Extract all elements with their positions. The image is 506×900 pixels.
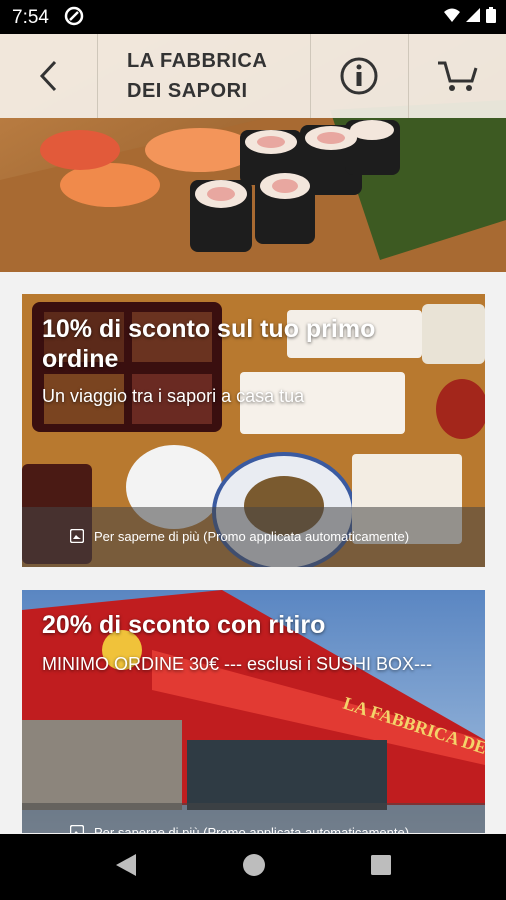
- nav-back-icon[interactable]: [114, 852, 138, 878]
- title-line-2: DEI SAPORI: [127, 80, 248, 102]
- promo-title-line-2: ordine: [42, 345, 119, 373]
- signal-icon: [466, 8, 480, 22]
- cart-button[interactable]: [408, 34, 506, 118]
- wifi-icon: [444, 8, 460, 22]
- at-sign-icon: [64, 6, 84, 26]
- restaurant-title: LA FABBRICA DEI SAPORI: [97, 34, 310, 118]
- image-icon: [70, 529, 84, 543]
- promo-card-first-order[interactable]: 10% di sconto sul tuo primo ordine Un vi…: [22, 294, 485, 567]
- app-header: LA FABBRICA DEI SAPORI: [0, 34, 506, 118]
- promo-footer-text: Per saperne di più (Promo applicata auto…: [94, 529, 410, 544]
- status-bar: 7:54: [0, 0, 506, 34]
- promo-subtitle: Un viaggio tra i sapori a casa tua: [42, 386, 305, 406]
- promo-subtitle: MINIMO ORDINE 30€ --- esclusi i SUSHI BO…: [42, 654, 433, 674]
- promo-footer-text: Per saperne di più (Promo applicata auto…: [94, 825, 410, 833]
- back-arrow-icon: [39, 60, 56, 92]
- status-time: 7:54: [12, 7, 49, 28]
- promo-footer: Per saperne di più (Promo applicata auto…: [22, 803, 485, 833]
- promo-card-pickup[interactable]: LA FABBRICA DEI SAPORI 20% di sconto con…: [22, 590, 485, 833]
- system-nav-bar: [0, 834, 506, 900]
- info-button[interactable]: [310, 34, 408, 118]
- cart-icon: [438, 61, 478, 91]
- promo-title: 10% di sconto sul tuo primo ordine: [42, 314, 375, 374]
- image-icon: [70, 825, 84, 833]
- nav-recents-icon[interactable]: [369, 852, 393, 878]
- title-line-1: LA FABBRICA: [127, 50, 268, 72]
- promo-title-line-1: 10% di sconto sul tuo primo: [42, 315, 376, 343]
- promo-title: 20% di sconto con ritiro: [42, 611, 326, 639]
- info-icon: [340, 57, 378, 95]
- back-button[interactable]: [0, 34, 97, 118]
- promo-footer: Per saperne di più (Promo applicata auto…: [22, 507, 485, 567]
- battery-icon: [486, 7, 496, 23]
- nav-home-icon[interactable]: [242, 852, 266, 878]
